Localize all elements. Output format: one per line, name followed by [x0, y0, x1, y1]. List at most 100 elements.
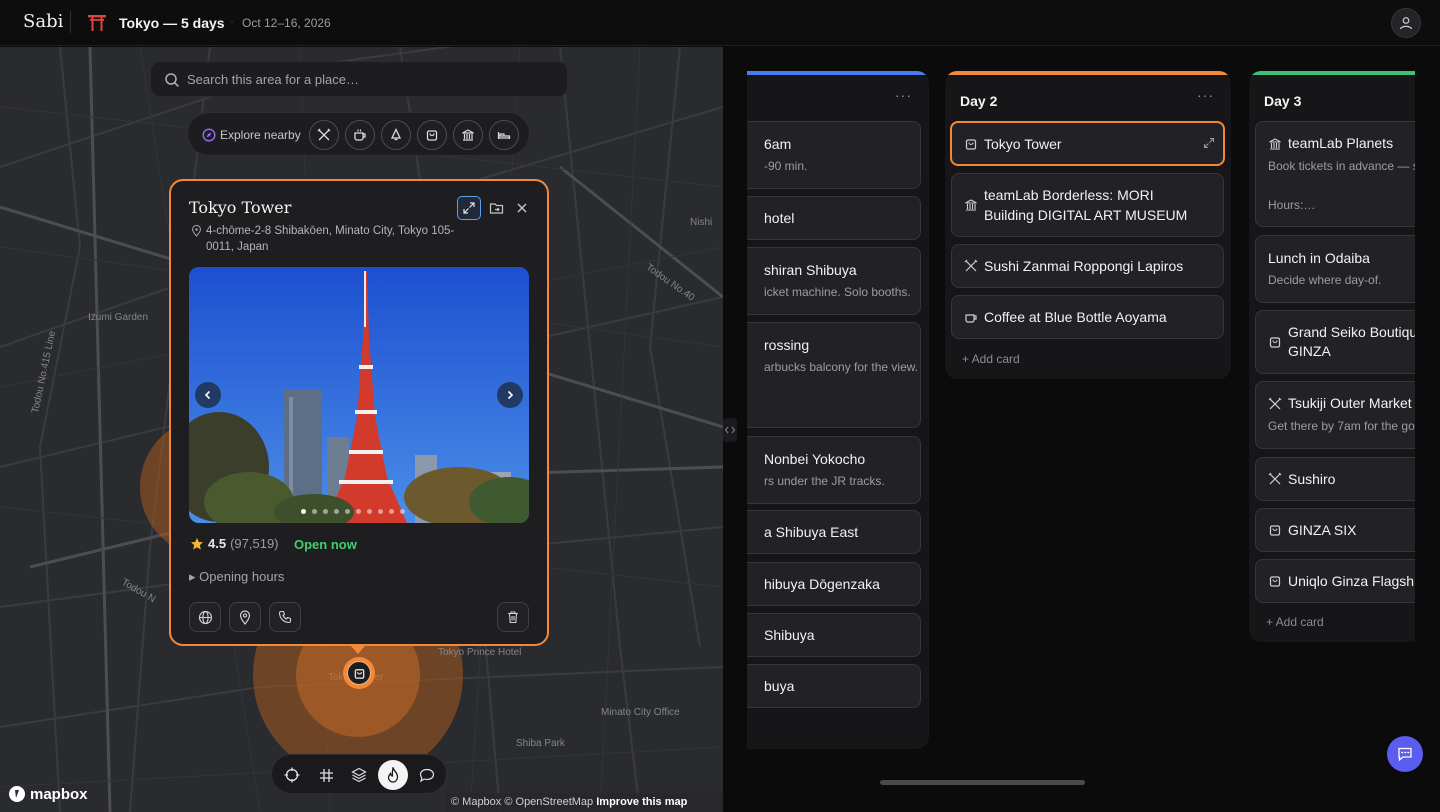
day-title[interactable]: Day 2: [960, 93, 997, 109]
crosshair-icon: [284, 767, 300, 783]
itinerary-card-selected[interactable]: Tokyo Tower: [950, 121, 1225, 166]
delete-button[interactable]: [497, 602, 529, 632]
trip-title[interactable]: Tokyo — 5 days: [119, 15, 225, 31]
popup-pointer: [351, 646, 365, 654]
board-horizontal-scrollbar[interactable]: [880, 780, 1085, 785]
shopping-bag-icon: [1269, 576, 1281, 587]
itinerary-card[interactable]: Coffee at Blue Bottle Aoyama: [951, 295, 1224, 339]
improve-map-link[interactable]: Improve this map: [596, 796, 687, 808]
map-panel[interactable]: Izumi Garden Todou No.415 Line Todou No.…: [0, 47, 723, 812]
bed-icon: [497, 132, 511, 139]
place-photo[interactable]: [189, 267, 529, 523]
website-button[interactable]: [189, 602, 221, 632]
title-separator: ·: [230, 14, 234, 28]
card-note-line2: Hours:…: [1268, 198, 1316, 212]
itinerary-card[interactable]: Sushiro: [1255, 457, 1415, 501]
category-restaurants-button[interactable]: [309, 120, 339, 150]
compass-icon: [202, 128, 216, 142]
explore-nearby-button[interactable]: Explore nearby: [220, 128, 301, 142]
photo-dot[interactable]: [378, 509, 383, 514]
chat-icon: [1398, 747, 1412, 762]
column-more-button[interactable]: ···: [895, 87, 912, 103]
category-museums-button[interactable]: [453, 120, 483, 150]
photo-next-button[interactable]: [497, 382, 523, 408]
itinerary-card[interactable]: shiran Shibuya icket machine. Solo booth…: [747, 247, 921, 315]
layers-button[interactable]: [344, 760, 374, 790]
itinerary-card[interactable]: rossing arbucks balcony for the view.: [747, 322, 921, 428]
card-note: -90 min.: [764, 159, 808, 173]
shopping-bag-icon: [1269, 337, 1281, 348]
itinerary-card[interactable]: teamLab Planets Book tickets in advance …: [1255, 121, 1415, 227]
coffee-icon: [965, 314, 977, 323]
itinerary-card[interactable]: hotel: [747, 196, 921, 240]
locate-button[interactable]: [277, 760, 307, 790]
category-shopping-button[interactable]: [417, 120, 447, 150]
card-title: hotel: [764, 210, 795, 226]
photo-dot[interactable]: [367, 509, 372, 514]
category-nightlife-button[interactable]: [381, 120, 411, 150]
day-color-bar: [1249, 71, 1415, 75]
comments-button[interactable]: [412, 760, 442, 790]
itinerary-card[interactable]: Shibuya: [747, 613, 921, 657]
card-title: 6am: [764, 136, 792, 152]
category-hotels-button[interactable]: [489, 120, 519, 150]
photo-pagination-dots[interactable]: [301, 509, 405, 514]
chat-button[interactable]: [1387, 736, 1423, 772]
map-pin-icon: [239, 609, 251, 625]
itinerary-card[interactable]: Sushi Zanmai Roppongi Lapiros: [951, 244, 1224, 288]
opening-hours-toggle[interactable]: ▸ Opening hours: [189, 569, 284, 585]
brand-logo[interactable]: Sabi: [23, 11, 63, 32]
day-color-bar: [747, 71, 929, 75]
photo-dot[interactable]: [400, 509, 405, 514]
itinerary-card[interactable]: Grand Seiko Boutique GINZA: [1255, 310, 1415, 374]
itinerary-card[interactable]: buya: [747, 664, 921, 708]
itinerary-card[interactable]: Tsukiji Outer Market Get there by 7am fo…: [1255, 381, 1415, 449]
day-title[interactable]: Day 3: [1264, 93, 1301, 109]
photo-dot[interactable]: [312, 509, 317, 514]
map-label-nishi: Nishi: [690, 217, 713, 228]
restaurant-icon: [317, 128, 331, 141]
place-marker[interactable]: [343, 657, 375, 689]
itinerary-card[interactable]: GINZA SIX: [1255, 508, 1415, 552]
mapbox-logo[interactable]: mapbox: [8, 785, 88, 803]
photo-prev-button[interactable]: [195, 382, 221, 408]
add-card-button[interactable]: + Add card: [962, 352, 1020, 366]
photo-dot[interactable]: [334, 509, 339, 514]
photo-dot[interactable]: [356, 509, 361, 514]
expand-button[interactable]: [457, 196, 481, 220]
photo-dot[interactable]: [301, 509, 306, 514]
card-title: hibuya Dōgenzaka: [764, 576, 880, 592]
search-input[interactable]: Search this area for a place…: [187, 72, 359, 87]
photo-dot[interactable]: [345, 509, 350, 514]
itinerary-card[interactable]: hibuya Dōgenzaka: [747, 562, 921, 606]
directions-button[interactable]: [229, 602, 261, 632]
card-note: Decide where day-of.: [1268, 273, 1382, 287]
category-cafes-button[interactable]: [345, 120, 375, 150]
avatar[interactable]: [1391, 8, 1421, 38]
move-to-folder-button[interactable]: [484, 196, 508, 220]
day-column-2: Day 2 ··· Tokyo Tower teamLab Borderless…: [945, 71, 1231, 379]
heatmap-button[interactable]: [378, 760, 408, 790]
close-button[interactable]: [510, 196, 534, 220]
itinerary-card[interactable]: Uniqlo Ginza Flagsh: [1255, 559, 1415, 603]
itinerary-card[interactable]: Nonbei Yokocho rs under the JR tracks.: [747, 436, 921, 504]
column-more-button[interactable]: ···: [1197, 87, 1214, 103]
search-bar[interactable]: Search this area for a place…: [150, 61, 568, 97]
photo-dot[interactable]: [323, 509, 328, 514]
itinerary-card[interactable]: teamLab Borderless: MORI Building DIGITA…: [951, 173, 1224, 237]
grid-button[interactable]: [311, 760, 341, 790]
itinerary-card[interactable]: Lunch in Odaiba Decide where day-of.: [1255, 235, 1415, 303]
photo-dot[interactable]: [389, 509, 394, 514]
panel-resize-handle[interactable]: [723, 418, 737, 442]
attribution-text[interactable]: © Mapbox © OpenStreetMap: [451, 796, 593, 808]
expand-icon[interactable]: [1203, 137, 1215, 149]
popup-title: Tokyo Tower: [189, 198, 292, 217]
explore-nearby-bar: Explore nearby: [187, 112, 530, 156]
itinerary-card[interactable]: 6am -90 min.: [747, 121, 921, 189]
add-card-button[interactable]: + Add card: [1266, 615, 1324, 629]
card-title: buya: [764, 678, 795, 694]
card-title: Sushiro: [1288, 471, 1336, 487]
card-title: Nonbei Yokocho: [764, 451, 866, 467]
call-button[interactable]: [269, 602, 301, 632]
itinerary-card[interactable]: a Shibuya East: [747, 510, 921, 554]
